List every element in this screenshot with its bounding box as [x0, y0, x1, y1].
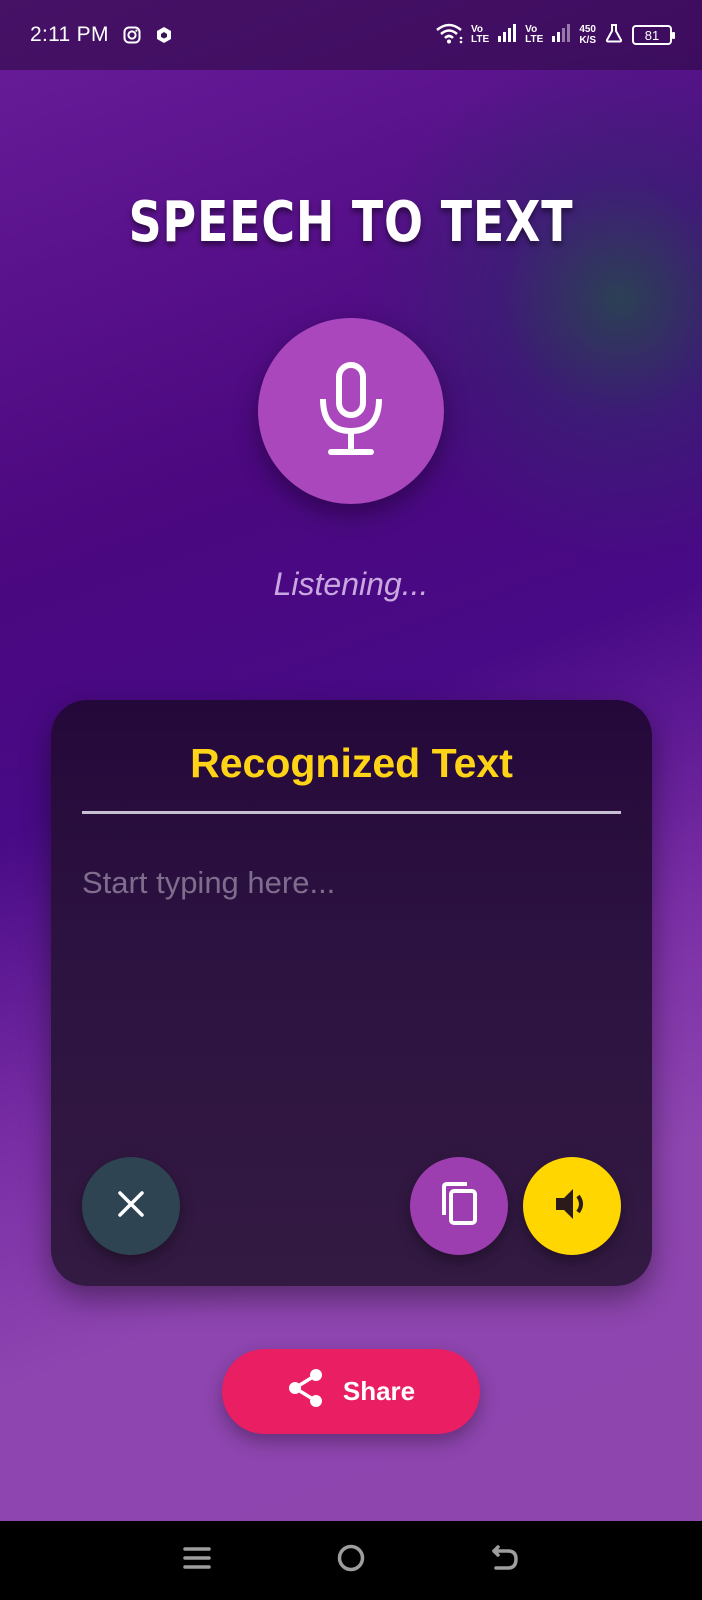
sim1-lte-label: LTE: [471, 34, 490, 45]
microphone-button[interactable]: [258, 318, 444, 504]
sim1-lte: Vo LTE: [471, 25, 489, 45]
sim2-lte: Vo LTE: [525, 25, 543, 45]
recognized-text-input[interactable]: [82, 865, 621, 1125]
wifi-icon: [435, 22, 463, 49]
signal-icon: [497, 23, 517, 48]
system-nav-bar: [0, 1521, 702, 1600]
copy-icon: [438, 1181, 480, 1232]
back-button[interactable]: [475, 1531, 535, 1591]
network-speed: 450 K/S: [579, 24, 596, 46]
share-label: Share: [342, 1376, 416, 1406]
home-button[interactable]: [321, 1531, 381, 1591]
speak-button[interactable]: [523, 1157, 621, 1255]
share-button[interactable]: Share: [222, 1349, 480, 1434]
shield-app-icon: [155, 26, 173, 44]
listening-status: Listening...: [273, 566, 429, 602]
microphone-icon: [311, 359, 391, 464]
menu-button[interactable]: [167, 1531, 227, 1591]
sim2-lte-label: LTE: [525, 34, 544, 45]
page-title: SPEECH TO TEXT: [128, 190, 574, 255]
volume-icon: [552, 1184, 592, 1229]
card-divider: [82, 811, 621, 814]
home-icon: [336, 1543, 366, 1578]
menu-icon: [183, 1544, 211, 1577]
signal-icon: [551, 23, 571, 48]
lab-flask-icon: [604, 23, 624, 48]
clear-button[interactable]: [82, 1157, 180, 1255]
status-right-group: Vo LTE Vo LTE 450 K/S 81: [435, 22, 675, 49]
recognized-text-card: Recognized Text: [51, 700, 652, 1286]
share-icon: [287, 1368, 325, 1415]
status-time: 2:11 PM: [30, 23, 109, 46]
speed-unit: K/S: [579, 35, 596, 46]
speed-value: 450: [579, 24, 596, 35]
copy-button[interactable]: [410, 1157, 508, 1255]
back-icon: [490, 1543, 520, 1578]
close-icon: [114, 1187, 148, 1226]
instagram-icon: [123, 26, 141, 44]
status-bar: 2:11 PM Vo LTE Vo LTE 450 K/S 81: [0, 0, 702, 70]
battery-icon: 81: [632, 25, 675, 45]
card-title: Recognized Text: [190, 740, 513, 786]
